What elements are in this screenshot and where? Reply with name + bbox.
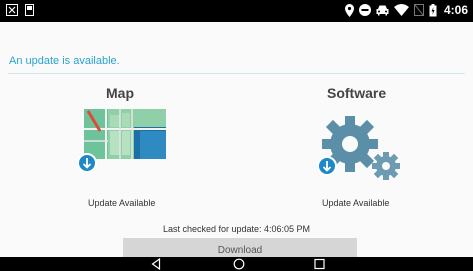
software-title: Software	[327, 85, 387, 101]
do-not-disturb-icon	[358, 4, 371, 16]
status-left-icons	[6, 4, 34, 16]
status-bar: 4:06	[0, 0, 473, 22]
map-status: Update Available	[88, 198, 156, 208]
no-sim-icon	[413, 4, 424, 16]
software-status: Update Available	[322, 198, 390, 208]
sd-card-icon	[25, 4, 34, 16]
home-icon[interactable]	[233, 258, 245, 270]
close-box-icon	[6, 4, 18, 16]
battery-icon	[429, 3, 437, 16]
update-screen: An update is available. Map Update Avail…	[0, 22, 473, 262]
map-update-icon[interactable]	[78, 109, 168, 182]
status-clock: 4:06	[443, 3, 468, 17]
recents-icon[interactable]	[314, 258, 325, 270]
status-right-icons: 4:06	[344, 3, 468, 17]
car-icon	[376, 5, 389, 16]
gears-update-icon[interactable]	[318, 114, 408, 188]
back-icon[interactable]	[151, 258, 161, 270]
update-message: An update is available.	[9, 55, 120, 67]
location-icon	[344, 3, 354, 17]
divider	[8, 73, 465, 74]
navigation-bar	[0, 257, 473, 271]
wifi-icon	[393, 4, 409, 16]
map-title: Map	[106, 85, 134, 101]
last-checked-text: Last checked for update: 4:06:05 PM	[162, 224, 311, 234]
